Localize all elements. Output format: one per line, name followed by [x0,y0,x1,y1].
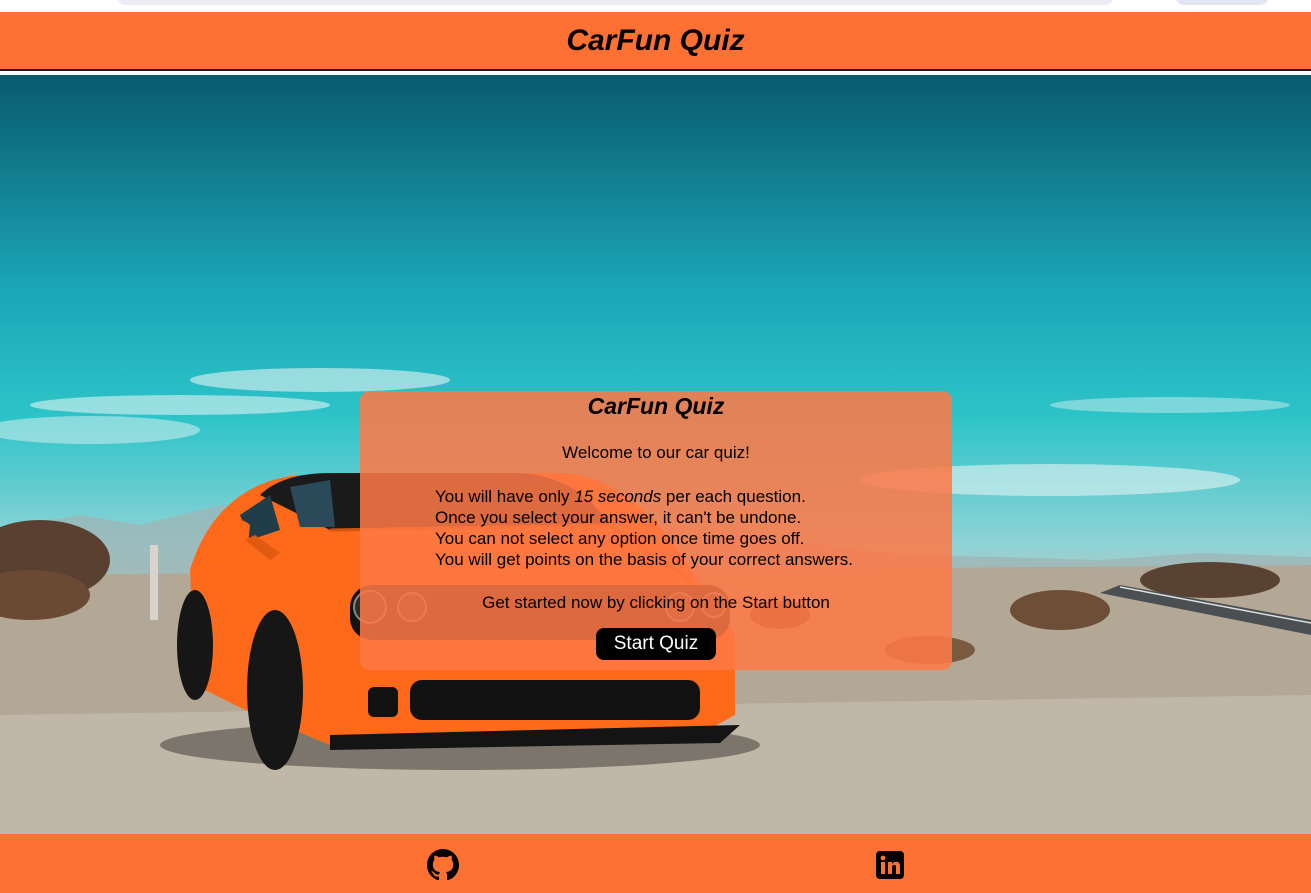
rule-time-limit-emphasis: 15 seconds [574,487,662,506]
quiz-rules: You will have only 15 seconds per each q… [435,486,853,570]
linkedin-link[interactable] [874,849,906,881]
quiz-intro-card: CarFun Quiz Welcome to our car quiz! You… [360,391,952,670]
browser-chrome [0,0,1311,12]
start-quiz-button[interactable]: Start Quiz [596,628,716,660]
browser-action-button[interactable] [1176,0,1268,5]
rule-points: You will get points on the basis of your… [435,550,853,569]
welcome-text: Welcome to our car quiz! [562,443,750,462]
rule-time-limit-prefix: You will have only [435,487,575,506]
site-footer [0,834,1311,893]
rule-no-undo: Once you select your answer, it can't be… [435,508,802,527]
rule-timeout: You can not select any option once time … [435,529,805,548]
github-link[interactable] [427,849,459,881]
site-title: CarFun Quiz [566,23,745,57]
cta-text: Get started now by clicking on the Start… [482,593,830,612]
rule-time-limit-suffix: per each question. [661,487,806,506]
rule-time-limit: You will have only 15 seconds per each q… [435,486,853,507]
address-bar[interactable] [118,0,1113,5]
linkedin-icon [876,851,904,879]
site-header: CarFun Quiz [0,12,1311,71]
card-title: CarFun Quiz [587,393,725,419]
github-icon [427,849,459,881]
hero-background: CarFun Quiz Welcome to our car quiz! You… [0,75,1311,834]
